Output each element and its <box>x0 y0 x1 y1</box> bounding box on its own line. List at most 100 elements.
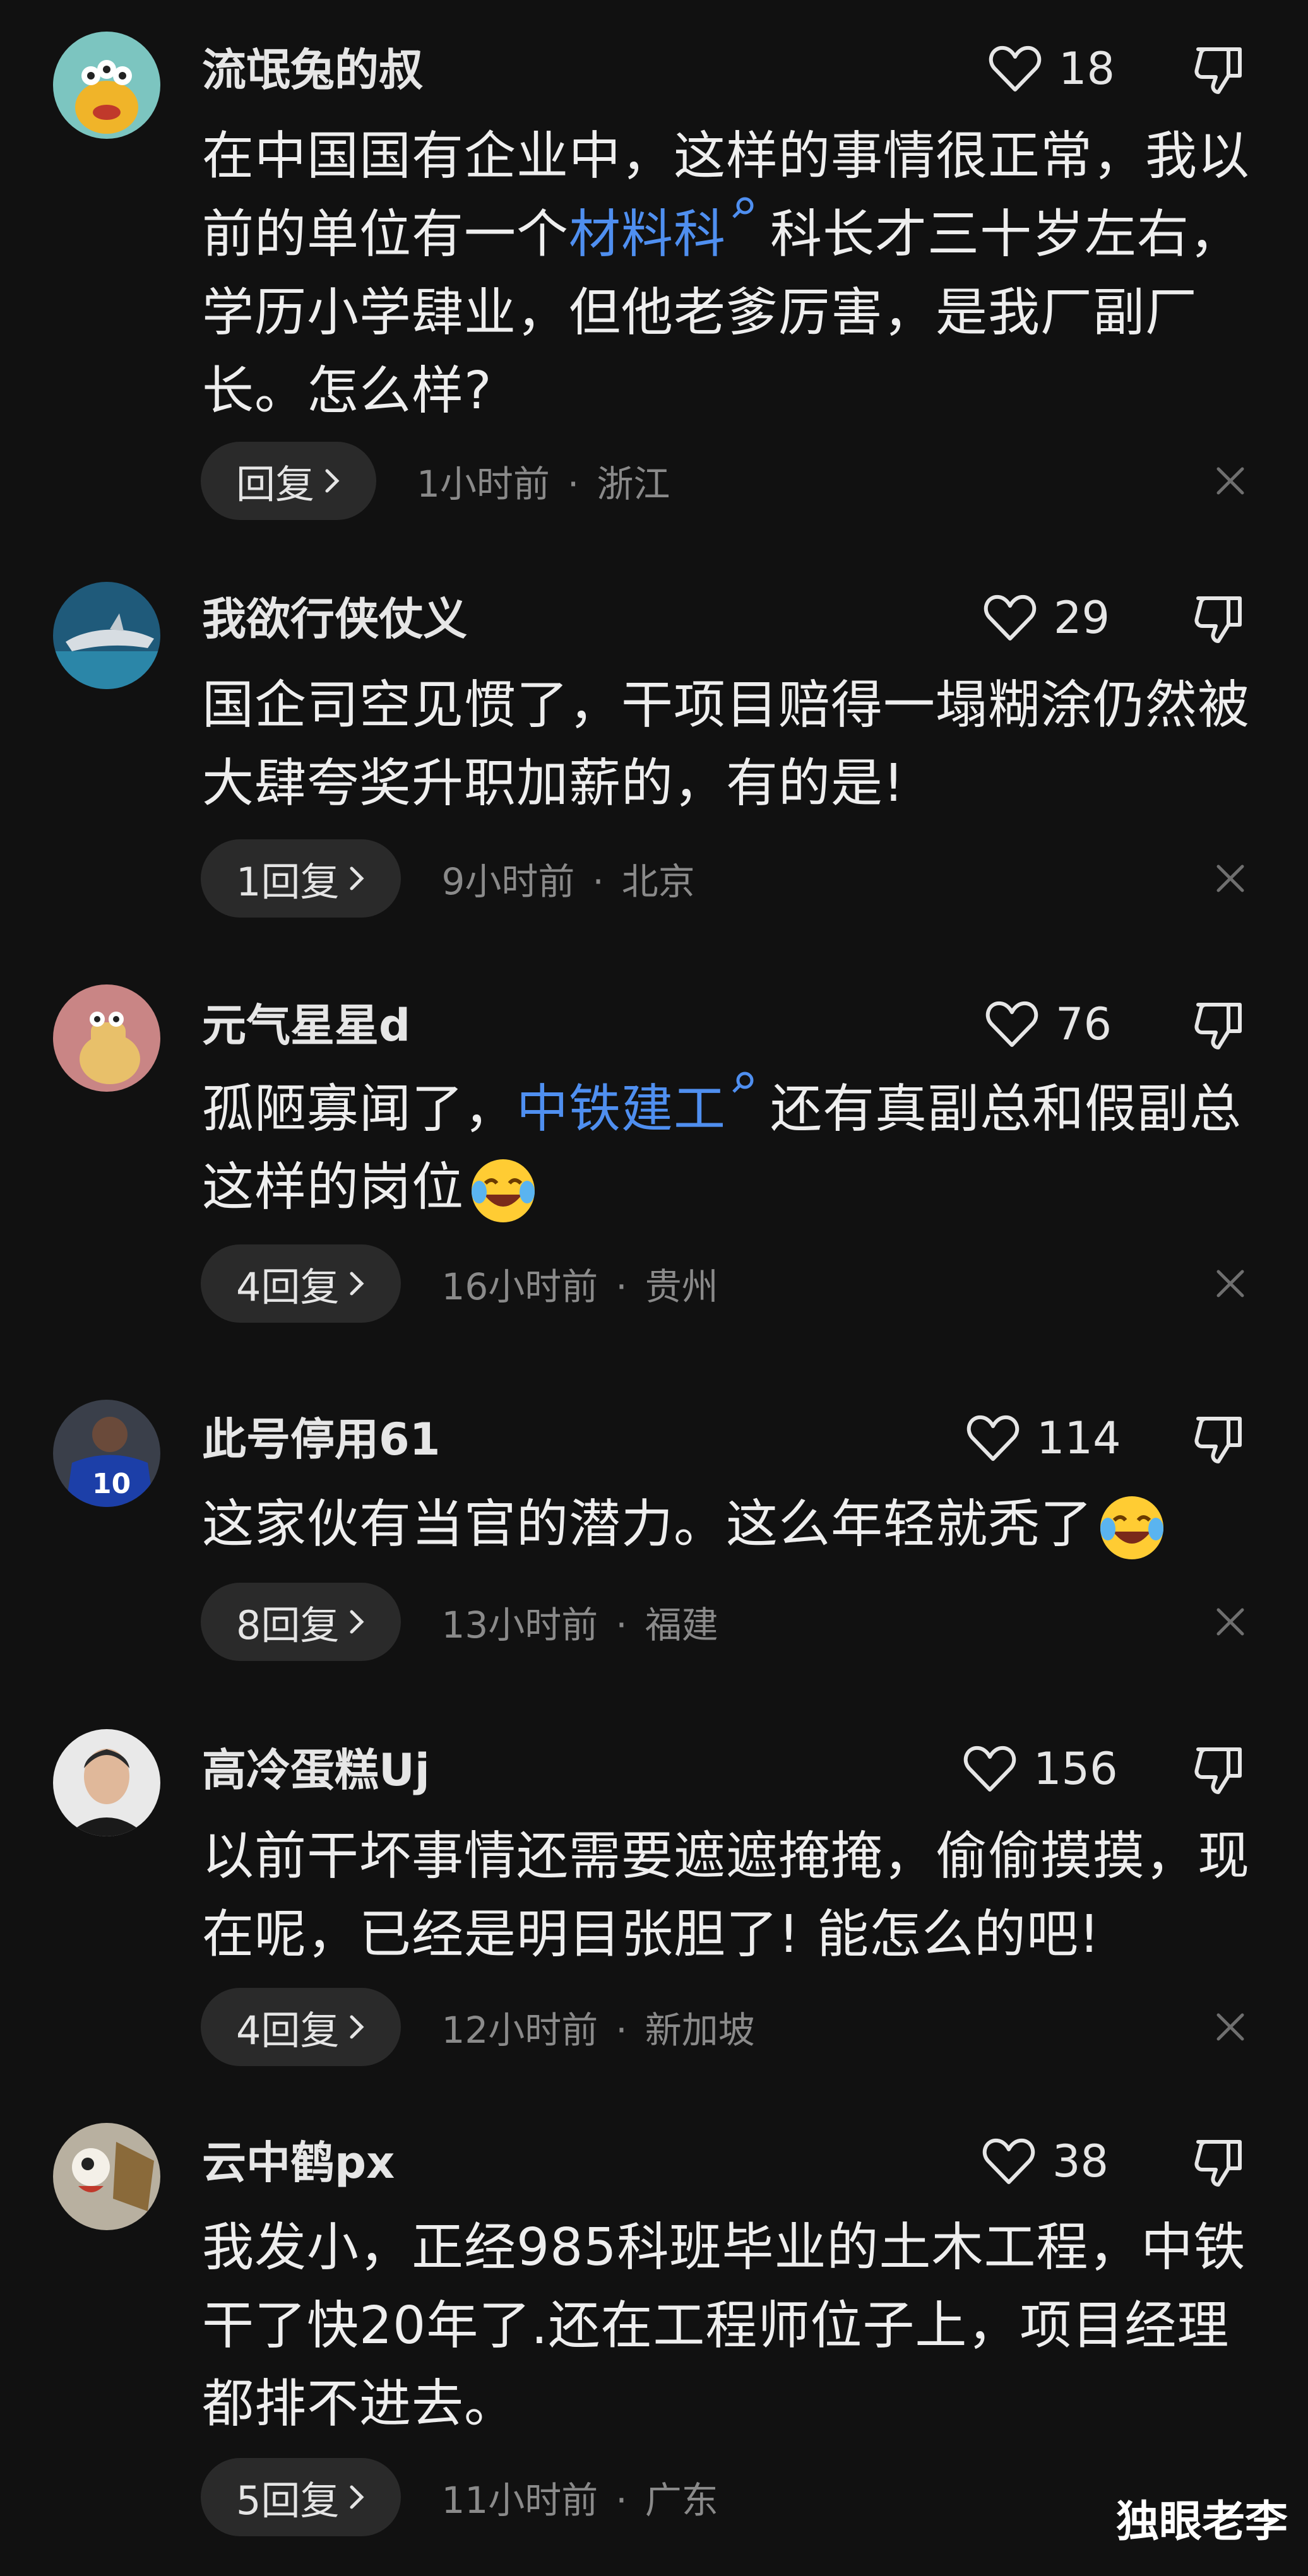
comment-meta: 11小时前 · 广东 <box>441 2479 718 2522</box>
comment-item: 10 此号停用61 114 这家伙有当官的潜力。这么年轻就秃了 8回复 13小时… <box>0 1363 1308 1698</box>
comment-item: 高冷蛋糕Uj 156 以前干坏事情还需要遮遮掩掩，偷偷摸摸，现在呢，已经是明目张… <box>0 1698 1308 2101</box>
like-count: 29 <box>1054 592 1110 644</box>
chevron-right-icon <box>350 2485 364 2509</box>
like-button[interactable]: 29 <box>983 593 1110 642</box>
comment-time: 9小时前 <box>441 860 575 903</box>
close-icon[interactable] <box>1215 863 1246 894</box>
avatar[interactable] <box>53 582 160 689</box>
like-count: 38 <box>1052 2136 1109 2187</box>
comment-region: 浙江 <box>597 463 670 505</box>
comment-region: 新加坡 <box>645 2009 755 2052</box>
heart-outline-icon <box>982 2138 1035 2184</box>
comment-item: 云中鹤px 38 我发小，正经985科班毕业的土木工程，中铁干了快20年了.还在… <box>0 2101 1308 2576</box>
reply-label: 5回复 <box>236 2478 340 2524</box>
close-icon[interactable] <box>1215 465 1246 497</box>
search-magnifier-icon <box>732 197 754 218</box>
comment-region: 福建 <box>645 1604 718 1646</box>
thumbs-down-icon[interactable] <box>1193 592 1246 645</box>
avatar[interactable] <box>53 1729 160 1836</box>
thumbs-down-icon[interactable] <box>1193 2136 1246 2189</box>
chevron-right-icon <box>325 469 340 493</box>
comment-text: 以前干坏事情还需要遮遮掩掩，偷偷摸摸，现在呢，已经是明目张胆了! 能怎么的吧! <box>202 1817 1263 1974</box>
search-magnifier-icon <box>732 1072 754 1093</box>
comment-footer: 回复 1小时前 · 浙江 <box>201 442 670 520</box>
comment-footer: 4回复 16小时前 · 贵州 <box>201 1244 718 1323</box>
keyword-search-link[interactable]: 材料科 <box>569 197 770 264</box>
keyword-search-link[interactable]: 中铁建工 <box>516 1072 770 1139</box>
comment-meta: 1小时前 · 浙江 <box>417 463 670 505</box>
avatar[interactable] <box>53 2123 160 2230</box>
heart-outline-icon <box>984 594 1037 641</box>
close-icon[interactable] <box>1215 1268 1246 1299</box>
reply-label: 4回复 <box>236 1264 340 1310</box>
avatar[interactable] <box>53 32 160 139</box>
comment-region: 北京 <box>621 860 695 903</box>
username[interactable]: 云中鹤px <box>202 2141 395 2185</box>
reply-label: 4回复 <box>236 2007 340 2053</box>
comment-text-segment: 以前干坏事情还需要遮遮掩掩，偷偷摸摸，现在呢，已经是明目张胆了! 能怎么的吧! <box>202 1826 1251 1964</box>
comment-text-segment: 我发小，正经985科班毕业的土木工程，中铁干了快20年了.还在工程师位子上，项目… <box>202 2218 1246 2434</box>
comment-meta: 13小时前 · 福建 <box>441 1604 718 1646</box>
reply-label: 1回复 <box>236 859 340 905</box>
close-icon[interactable] <box>1215 1606 1246 1638</box>
comment-text: 我发小，正经985科班毕业的土木工程，中铁干了快20年了.还在工程师位子上，项目… <box>202 2209 1263 2443</box>
reply-button[interactable]: 8回复 <box>201 1583 401 1661</box>
like-button[interactable]: 76 <box>985 1000 1112 1049</box>
thumbs-down-icon[interactable] <box>1193 43 1246 96</box>
comment-text-segment: 孤陋寡闻了， <box>202 1079 517 1139</box>
comment-text: 孤陋寡闻了，中铁建工 还有真副总和假副总这样的岗位 <box>202 1070 1263 1227</box>
username[interactable]: 高冷蛋糕Uj <box>202 1748 430 1792</box>
comment-region: 贵州 <box>645 1265 718 1308</box>
like-button[interactable]: 38 <box>982 2137 1109 2186</box>
username[interactable]: 元气星星d <box>202 1003 410 1048</box>
close-icon[interactable] <box>1215 2011 1246 2043</box>
thumbs-down-icon[interactable] <box>1193 1412 1246 1465</box>
reply-button[interactable]: 4回复 <box>201 1988 401 2066</box>
like-button[interactable]: 114 <box>966 1414 1121 1463</box>
watermark: 独眼老李 <box>1116 2497 1288 2547</box>
like-count: 114 <box>1037 1412 1121 1464</box>
comment-text-segment: 国企司空见惯了，干项目赔得一塌糊涂仍然被大肆夸奖升职加薪的，有的是! <box>202 675 1251 813</box>
heart-outline-icon <box>989 45 1042 92</box>
comment-time: 16小时前 <box>441 1265 598 1308</box>
comment-time: 1小时前 <box>417 463 550 505</box>
comment-region: 广东 <box>645 2479 718 2522</box>
comment-text: 在中国国有企业中，这样的事情很正常，我以前的单位有一个材料科 科长才三十岁左右，学… <box>202 117 1263 430</box>
comment-footer: 1回复 9小时前 · 北京 <box>201 839 695 918</box>
comment-meta: 16小时前 · 贵州 <box>441 1265 718 1308</box>
like-button[interactable]: 156 <box>963 1744 1118 1793</box>
like-count: 156 <box>1033 1743 1118 1795</box>
reply-button[interactable]: 回复 <box>201 442 377 520</box>
like-button[interactable]: 18 <box>988 44 1115 93</box>
heart-outline-icon <box>966 1415 1020 1461</box>
username[interactable]: 此号停用61 <box>202 1417 440 1462</box>
thumbs-down-icon[interactable] <box>1193 998 1246 1051</box>
comment-time: 11小时前 <box>441 2479 598 2522</box>
username[interactable]: 流氓兔的叔 <box>202 48 423 92</box>
comment-footer: 5回复 11小时前 · 广东 <box>201 2458 718 2536</box>
comment-footer: 8回复 13小时前 · 福建 <box>201 1583 718 1661</box>
chevron-right-icon <box>350 1610 364 1634</box>
laughing-crying-emoji <box>472 1159 535 1222</box>
comment-meta: 12小时前 · 新加坡 <box>441 2009 755 2052</box>
username[interactable]: 我欲行侠仗义 <box>202 597 467 641</box>
comment-text-segment: 这家伙有当官的潜力。这么年轻就秃了 <box>202 1494 1093 1554</box>
comment-text: 国企司空见惯了，干项目赔得一塌糊涂仍然被大肆夸奖升职加薪的，有的是! <box>202 666 1263 823</box>
laughing-crying-emoji <box>1100 1496 1164 1559</box>
svg-text:10: 10 <box>92 1468 131 1500</box>
chevron-right-icon <box>350 866 364 890</box>
reply-button[interactable]: 5回复 <box>201 2458 401 2536</box>
heart-outline-icon <box>963 1746 1016 1792</box>
avatar[interactable]: 10 <box>53 1400 160 1507</box>
avatar[interactable] <box>53 984 160 1092</box>
reply-button[interactable]: 1回复 <box>201 839 401 918</box>
comment-item: 我欲行侠仗义 29 国企司空见惯了，干项目赔得一塌糊涂仍然被大肆夸奖升职加薪的，… <box>0 543 1308 947</box>
comment-footer: 4回复 12小时前 · 新加坡 <box>201 1988 755 2066</box>
reply-button[interactable]: 4回复 <box>201 1244 401 1323</box>
chevron-right-icon <box>350 2015 364 2039</box>
comment-time: 13小时前 <box>441 1604 598 1646</box>
chevron-right-icon <box>350 1272 364 1296</box>
comment-time: 12小时前 <box>441 2009 598 2052</box>
thumbs-down-icon[interactable] <box>1193 1743 1246 1796</box>
like-count: 18 <box>1059 43 1115 95</box>
